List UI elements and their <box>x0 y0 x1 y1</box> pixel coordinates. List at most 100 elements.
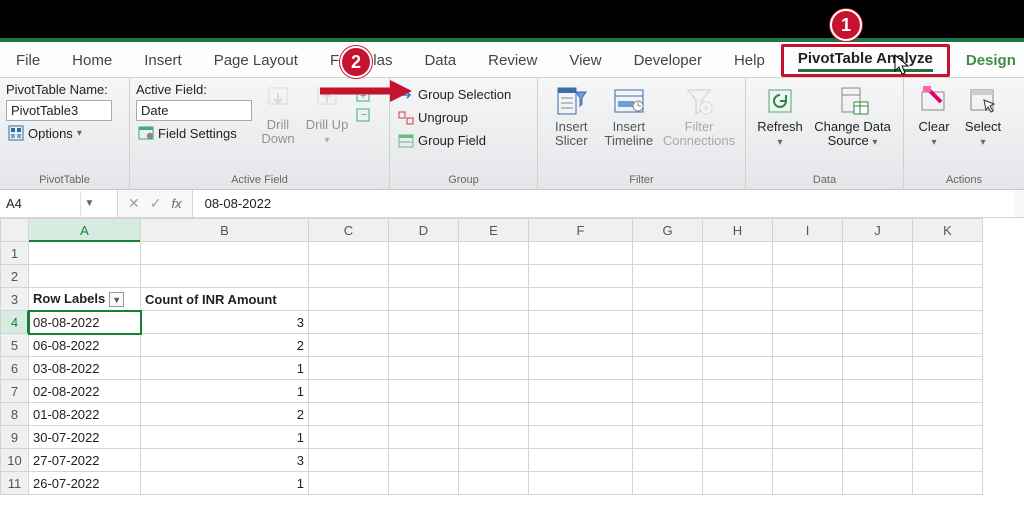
cell[interactable] <box>389 288 459 311</box>
cell[interactable] <box>703 380 773 403</box>
cell[interactable] <box>703 242 773 265</box>
cell[interactable] <box>309 403 389 426</box>
tab-pivottable-analyze[interactable]: PivotTable Analyze <box>781 44 950 77</box>
cell[interactable] <box>141 265 309 288</box>
insert-slicer-button[interactable]: Insert Slicer <box>544 82 599 149</box>
clear-button[interactable]: Clear▾ <box>910 82 958 149</box>
cell[interactable] <box>633 288 703 311</box>
row-header[interactable]: 6 <box>1 357 29 380</box>
cell[interactable]: 08-08-2022 <box>29 311 141 334</box>
enter-icon[interactable]: ✓ <box>150 195 162 212</box>
cell[interactable] <box>773 288 843 311</box>
cell[interactable] <box>703 311 773 334</box>
column-header[interactable]: J <box>843 219 913 242</box>
cell[interactable] <box>529 311 633 334</box>
formula-input[interactable]: 08-08-2022 <box>192 190 1014 217</box>
cell[interactable] <box>773 426 843 449</box>
cell[interactable] <box>843 380 913 403</box>
cell[interactable]: 2 <box>141 334 309 357</box>
tab-page-layout[interactable]: Page Layout <box>198 46 314 77</box>
cell[interactable] <box>773 242 843 265</box>
cell[interactable] <box>141 242 309 265</box>
cell[interactable] <box>459 357 529 380</box>
tab-design[interactable]: Design <box>950 46 1024 77</box>
cell[interactable]: 2 <box>141 403 309 426</box>
column-header[interactable]: H <box>703 219 773 242</box>
cell[interactable] <box>913 242 983 265</box>
cell[interactable] <box>459 334 529 357</box>
field-settings-button[interactable]: Field Settings <box>136 124 252 142</box>
column-header[interactable]: E <box>459 219 529 242</box>
cell[interactable] <box>843 426 913 449</box>
cell[interactable] <box>913 449 983 472</box>
cell[interactable] <box>703 265 773 288</box>
cell[interactable] <box>309 242 389 265</box>
cell[interactable] <box>633 472 703 495</box>
refresh-button[interactable]: Refresh▾ <box>752 82 808 149</box>
cell[interactable]: 27-07-2022 <box>29 449 141 472</box>
cell[interactable] <box>529 357 633 380</box>
column-header[interactable]: K <box>913 219 983 242</box>
cell[interactable]: Row Labels▼ <box>29 288 141 311</box>
cell[interactable]: 1 <box>141 472 309 495</box>
group-selection-button[interactable]: Group Selection <box>396 86 513 103</box>
collapse-field-icon[interactable]: − <box>356 108 374 122</box>
cell[interactable] <box>459 449 529 472</box>
tab-home[interactable]: Home <box>56 46 128 77</box>
cell[interactable]: Count of INR Amount <box>141 288 309 311</box>
cell[interactable] <box>773 380 843 403</box>
row-header[interactable]: 3 <box>1 288 29 311</box>
tab-view[interactable]: View <box>553 46 617 77</box>
cell[interactable] <box>773 357 843 380</box>
tab-help[interactable]: Help <box>718 46 781 77</box>
cell[interactable]: 26-07-2022 <box>29 472 141 495</box>
cell[interactable] <box>913 265 983 288</box>
tab-review[interactable]: Review <box>472 46 553 77</box>
cell[interactable] <box>529 242 633 265</box>
cell[interactable] <box>309 311 389 334</box>
cell[interactable] <box>843 357 913 380</box>
cell[interactable] <box>389 334 459 357</box>
column-header[interactable]: G <box>633 219 703 242</box>
cell[interactable] <box>703 449 773 472</box>
active-field-input[interactable] <box>136 100 252 121</box>
cell[interactable] <box>459 472 529 495</box>
column-header[interactable]: B <box>141 219 309 242</box>
cell[interactable] <box>29 242 141 265</box>
cell[interactable] <box>843 242 913 265</box>
cell[interactable] <box>389 426 459 449</box>
column-header[interactable]: A <box>29 219 141 242</box>
cell[interactable] <box>309 380 389 403</box>
insert-timeline-button[interactable]: Insert Timeline <box>599 82 659 149</box>
cell[interactable] <box>389 265 459 288</box>
cell[interactable] <box>389 311 459 334</box>
cell[interactable] <box>773 311 843 334</box>
row-header[interactable]: 1 <box>1 242 29 265</box>
tab-insert[interactable]: Insert <box>128 46 198 77</box>
filter-connections-button[interactable]: Filter Connections <box>659 82 739 149</box>
cell[interactable] <box>459 426 529 449</box>
cell[interactable]: 3 <box>141 311 309 334</box>
cell[interactable] <box>703 357 773 380</box>
cell[interactable] <box>703 472 773 495</box>
cell[interactable] <box>633 311 703 334</box>
cell[interactable] <box>459 380 529 403</box>
row-header[interactable]: 5 <box>1 334 29 357</box>
cell[interactable] <box>773 403 843 426</box>
drill-down-button[interactable]: Drill Down <box>258 82 298 147</box>
cell[interactable] <box>309 426 389 449</box>
cell[interactable] <box>773 334 843 357</box>
cell[interactable] <box>529 426 633 449</box>
cell[interactable] <box>633 242 703 265</box>
column-header[interactable]: F <box>529 219 633 242</box>
cell[interactable]: 1 <box>141 426 309 449</box>
cell[interactable] <box>633 403 703 426</box>
name-box-input[interactable] <box>0 196 80 211</box>
cell[interactable]: 06-08-2022 <box>29 334 141 357</box>
cell[interactable] <box>843 472 913 495</box>
cell[interactable] <box>843 311 913 334</box>
cell[interactable] <box>529 265 633 288</box>
cell[interactable] <box>459 242 529 265</box>
cell[interactable] <box>309 265 389 288</box>
tab-developer[interactable]: Developer <box>618 46 718 77</box>
